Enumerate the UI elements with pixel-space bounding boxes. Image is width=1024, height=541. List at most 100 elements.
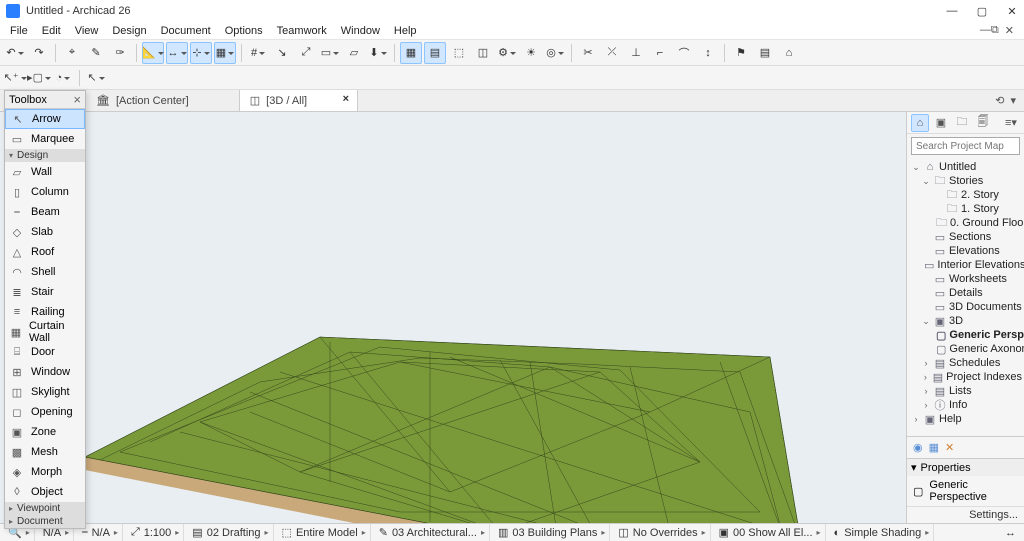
snap-point-button[interactable]: ⊹ bbox=[190, 42, 212, 64]
tool-arrow[interactable]: ↖Arrow bbox=[5, 109, 85, 129]
tab-3d-all[interactable]: ◫ [3D / All] × bbox=[240, 90, 358, 111]
navigator-button[interactable]: ⌂ bbox=[778, 42, 800, 64]
3d-viewport[interactable] bbox=[0, 112, 906, 523]
link-views-icon[interactable]: ⟲ bbox=[995, 94, 1004, 107]
resize-button[interactable]: ↕ bbox=[697, 42, 719, 64]
menu-options[interactable]: Options bbox=[219, 24, 269, 38]
tool-morph[interactable]: ◈Morph bbox=[5, 462, 85, 482]
toolbox-close-icon[interactable]: × bbox=[73, 92, 81, 107]
quick-select-button[interactable]: ◔ bbox=[52, 68, 74, 88]
tool-curtain-wall[interactable]: ▦Curtain Wall bbox=[5, 322, 85, 342]
tool-opening[interactable]: ◻Opening bbox=[5, 402, 85, 422]
tree-node[interactable]: ▭Sections bbox=[909, 230, 1024, 244]
tool-wall[interactable]: ▱Wall bbox=[5, 162, 85, 182]
menu-help[interactable]: Help bbox=[388, 24, 423, 38]
edit-plane-button[interactable]: ▱ bbox=[343, 42, 365, 64]
grid-button[interactable]: # bbox=[247, 42, 269, 64]
status-building[interactable]: 03 Building Plans bbox=[512, 527, 597, 539]
project-map-tab[interactable]: ⌂ bbox=[911, 114, 929, 132]
dimension-icon[interactable]: ↔ bbox=[1005, 527, 1016, 539]
tool-object[interactable]: ◊Object bbox=[5, 482, 85, 502]
3d-window-button[interactable]: ⬚ bbox=[448, 42, 470, 64]
menu-file[interactable]: File bbox=[4, 24, 34, 38]
nav-grid-icon[interactable]: ▦ bbox=[929, 441, 939, 454]
measure-button[interactable]: ⤢ bbox=[295, 42, 317, 64]
minimize-button[interactable]: — bbox=[946, 5, 958, 18]
tree-node[interactable]: ›▤Schedules bbox=[909, 356, 1024, 370]
snap-grid-button[interactable]: ▦ bbox=[214, 42, 236, 64]
tree-node[interactable]: 🗀2. Story bbox=[909, 188, 1024, 202]
layout-book-tab[interactable]: 🗀 bbox=[953, 114, 971, 132]
pick-button[interactable]: ⌖ bbox=[61, 42, 83, 64]
gravity-button[interactable]: ⬇ bbox=[367, 42, 389, 64]
adjust-button[interactable]: ⊥ bbox=[625, 42, 647, 64]
arrow-mode-button[interactable]: ↖⁺ bbox=[4, 68, 26, 88]
tree-node[interactable]: ⌄⌂Untitled bbox=[909, 160, 1024, 174]
tree-node[interactable]: ›▤Project Indexes bbox=[909, 370, 1024, 384]
project-map-tree[interactable]: ⌄⌂Untitled⌄🗀Stories🗀2. Story🗀1. Story🗀0.… bbox=[907, 158, 1024, 436]
undo-button[interactable]: ↶ bbox=[4, 42, 26, 64]
twisty-icon[interactable]: ⌄ bbox=[911, 162, 921, 173]
tab-close-icon[interactable]: × bbox=[343, 93, 349, 105]
show-sel-button[interactable]: ▦ bbox=[400, 42, 422, 64]
tree-node[interactable]: ▭Interior Elevations bbox=[909, 258, 1024, 272]
view-map-tab[interactable]: ▣ bbox=[932, 114, 950, 132]
camera-button[interactable]: ⚙ bbox=[496, 42, 518, 64]
flag-button[interactable]: ⚑ bbox=[730, 42, 752, 64]
tab-overflow-icon[interactable]: ▾ bbox=[1010, 94, 1016, 107]
menu-document[interactable]: Document bbox=[155, 24, 217, 38]
tree-node[interactable]: ▢Generic Axonometry bbox=[909, 342, 1024, 356]
fillet-button[interactable]: ⌒ bbox=[673, 42, 695, 64]
tool-railing[interactable]: ≡Railing bbox=[5, 302, 85, 322]
snap-ortho-button[interactable]: 📐 bbox=[142, 42, 164, 64]
search-project-map-input[interactable] bbox=[911, 137, 1020, 155]
status-shading[interactable]: Simple Shading bbox=[844, 527, 921, 539]
tree-node[interactable]: ›▣Help bbox=[909, 412, 1024, 426]
restore-down-icon[interactable]: —⧉ bbox=[980, 24, 999, 37]
tree-node[interactable]: ▭Details bbox=[909, 286, 1024, 300]
twisty-icon[interactable]: › bbox=[921, 400, 931, 410]
tree-node[interactable]: ▭3D Documents bbox=[909, 300, 1024, 314]
status-plans[interactable]: 03 Architectural... bbox=[392, 527, 477, 539]
tool-door[interactable]: ⌸Door bbox=[5, 342, 85, 362]
settings-button[interactable]: Settings... bbox=[907, 506, 1024, 523]
tool-stair[interactable]: ≣Stair bbox=[5, 282, 85, 302]
twisty-icon[interactable]: › bbox=[921, 358, 931, 368]
tool-window[interactable]: ⊞Window bbox=[5, 362, 85, 382]
status-layer[interactable]: 02 Drafting bbox=[207, 527, 261, 539]
toolbox-section-design[interactable]: Design bbox=[5, 149, 85, 162]
render-button[interactable]: ◎ bbox=[544, 42, 566, 64]
tree-node[interactable]: ⌄▣3D bbox=[909, 314, 1024, 328]
tool-column[interactable]: ▯Column bbox=[5, 182, 85, 202]
toolbox-section-document[interactable]: Document bbox=[5, 515, 85, 528]
twisty-icon[interactable]: › bbox=[911, 414, 921, 424]
menu-view[interactable]: View bbox=[69, 24, 105, 38]
status-override[interactable]: No Overrides bbox=[633, 527, 698, 539]
tree-node[interactable]: ›▤Lists bbox=[909, 384, 1024, 398]
snap-guide-button[interactable]: ↔ bbox=[166, 42, 188, 64]
tree-node[interactable]: ▭Worksheets bbox=[909, 272, 1024, 286]
menu-teamwork[interactable]: Teamwork bbox=[271, 24, 333, 38]
cutplane-button[interactable]: ▤ bbox=[424, 42, 446, 64]
new-view-icon[interactable]: ◉ bbox=[913, 441, 923, 454]
tool-mesh[interactable]: ▩Mesh bbox=[5, 442, 85, 462]
tool-beam[interactable]: ⎯Beam bbox=[5, 202, 85, 222]
properties-header[interactable]: ▾ Properties bbox=[907, 459, 1024, 476]
menu-design[interactable]: Design bbox=[106, 24, 152, 38]
delete-icon[interactable]: ✕ bbox=[945, 441, 954, 454]
syringe-button[interactable]: ✑ bbox=[109, 42, 131, 64]
section-button[interactable]: ◫ bbox=[472, 42, 494, 64]
tree-node[interactable]: ▢Generic Perspective bbox=[909, 328, 1024, 342]
redo-button[interactable]: ↷ bbox=[28, 42, 50, 64]
trim-button[interactable]: ✂ bbox=[577, 42, 599, 64]
tree-node[interactable]: ›ⓘInfo bbox=[909, 398, 1024, 412]
toolbox-palette[interactable]: Toolbox × ↖Arrow▭MarqueeDesign▱Wall▯Colu… bbox=[4, 90, 86, 529]
cursor-button[interactable]: ↖ bbox=[85, 68, 107, 88]
twisty-icon[interactable]: › bbox=[921, 372, 930, 382]
window-close-aux-icon[interactable]: ✕ bbox=[1005, 24, 1014, 37]
twisty-icon[interactable]: ⌄ bbox=[921, 316, 931, 327]
menu-window[interactable]: Window bbox=[335, 24, 386, 38]
tree-node[interactable]: ▭Elevations bbox=[909, 244, 1024, 258]
menu-edit[interactable]: Edit bbox=[36, 24, 67, 38]
toolbox-section-viewpoint[interactable]: Viewpoint bbox=[5, 502, 85, 515]
